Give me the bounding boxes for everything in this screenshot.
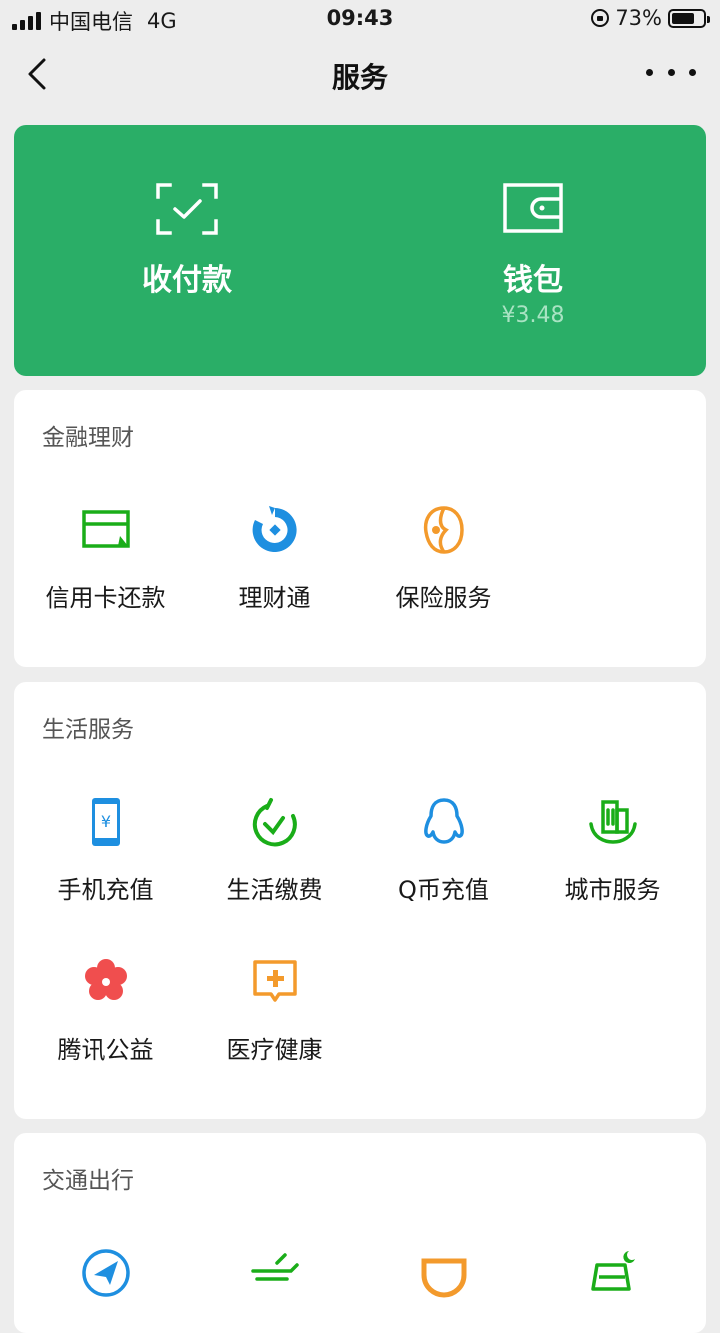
q-coin-recharge-item[interactable]: Q币充值 — [359, 794, 528, 904]
wallet-button[interactable]: 钱包 ¥3.48 — [360, 125, 706, 376]
item-label: Q币充值 — [398, 876, 489, 904]
medical-icon — [252, 960, 297, 1002]
item-label: 保险服务 — [395, 584, 492, 612]
didi-icon — [421, 1258, 466, 1298]
phone-recharge-icon: ¥ — [91, 798, 120, 846]
city-service-item[interactable]: 城市服务 — [528, 794, 697, 904]
navigation-icon — [81, 1249, 130, 1297]
scan-check-icon — [156, 183, 218, 235]
wallet-icon — [503, 183, 563, 233]
svg-text:¥: ¥ — [100, 812, 110, 831]
insurance-item[interactable]: 保险服务 — [359, 502, 528, 612]
section-life-services: 生活服务 ¥ 手机充值 生活缴费 Q币充值 城市服务 腾讯公益 医疗健康 — [14, 682, 706, 1119]
flight-train-icon — [250, 1253, 299, 1281]
page-title: 服务 — [331, 61, 388, 94]
insurance-icon — [423, 506, 464, 554]
transport-item-flight-train[interactable] — [190, 1245, 359, 1305]
status-right: 73% — [591, 6, 710, 30]
transport-item-navigation[interactable] — [21, 1245, 190, 1305]
item-label: 城市服务 — [564, 876, 661, 904]
wallet-label: 钱包 — [503, 263, 563, 298]
pay-receive-label: 收付款 — [142, 263, 232, 298]
status-bar: 中国电信 4G 09:43 73% — [0, 0, 720, 36]
bill-payment-icon — [252, 798, 297, 847]
licaitong-item[interactable]: 理财通 — [190, 502, 359, 612]
section-title: 交通出行 — [42, 1168, 134, 1194]
item-label: 理财通 — [238, 584, 311, 612]
battery-percent: 73% — [615, 6, 662, 30]
item-label: 腾讯公益 — [57, 1036, 154, 1064]
wallet-balance: ¥3.48 — [501, 303, 565, 328]
tencent-charity-item[interactable]: 腾讯公益 — [21, 954, 190, 1064]
charity-flower-icon — [84, 959, 127, 1000]
qq-penguin-icon — [423, 798, 464, 844]
bill-payment-item[interactable]: 生活缴费 — [190, 794, 359, 904]
section-transport: 交通出行 — [14, 1133, 706, 1333]
battery-icon — [668, 8, 710, 28]
item-label: 手机充值 — [57, 876, 154, 904]
item-label: 信用卡还款 — [45, 584, 166, 612]
item-label: 生活缴费 — [226, 876, 323, 904]
transport-item-hotel[interactable] — [528, 1245, 697, 1305]
transport-item-didi[interactable] — [359, 1245, 528, 1305]
licaitong-icon — [252, 506, 297, 552]
navigation-bar: 服务 — [0, 36, 720, 112]
pay-receive-button[interactable]: 收付款 — [14, 125, 360, 376]
more-dots-icon — [646, 68, 653, 76]
section-title: 生活服务 — [42, 717, 134, 743]
battery-level — [672, 12, 694, 24]
wallet-card: 收付款 钱包 ¥3.48 — [14, 125, 706, 376]
hotel-icon — [590, 1251, 635, 1291]
section-title: 金融理财 — [42, 425, 134, 451]
city-service-icon — [588, 800, 637, 844]
medical-health-item[interactable]: 医疗健康 — [190, 954, 359, 1064]
more-button[interactable] — [646, 60, 696, 84]
item-label: 医疗健康 — [226, 1036, 323, 1064]
credit-card-icon — [81, 510, 130, 548]
phone-recharge-item[interactable]: ¥ 手机充值 — [21, 794, 190, 904]
section-finance: 金融理财 信用卡还款 理财通 保险服务 — [14, 390, 706, 667]
credit-card-repay-item[interactable]: 信用卡还款 — [21, 502, 190, 612]
rotation-lock-icon — [591, 9, 610, 27]
